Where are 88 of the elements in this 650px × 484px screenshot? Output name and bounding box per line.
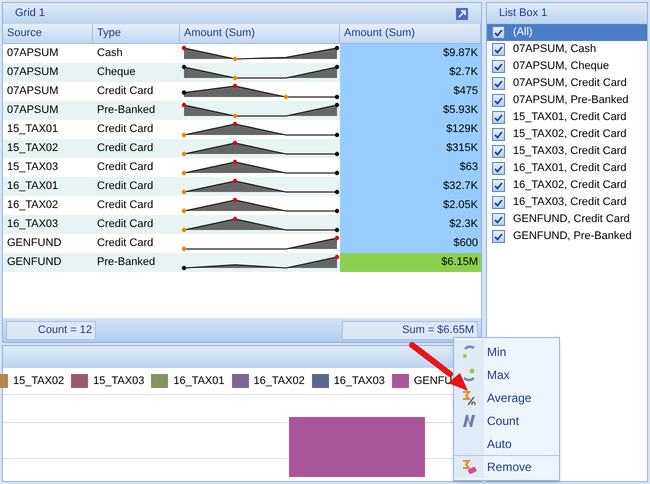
list-item[interactable]: 16_TAX02, Credit Card [487,177,647,194]
table-cell-text: 15_TAX02 [6,141,60,156]
table-cell-text: Credit Card [96,236,154,252]
checkbox[interactable] [492,196,505,209]
checkbox[interactable] [492,162,505,175]
checkbox[interactable] [492,145,505,158]
table-cell: $2.05K [340,196,481,215]
table-cell: $2.3K [340,215,481,234]
panel-title: List Box 1 [499,6,548,22]
curved-arrow-icon [461,366,477,382]
table-cell-text: Cheque [96,65,137,80]
table-cell-text: 15_TAX01 [6,122,60,138]
table-cell: $5.93K [340,101,481,120]
checkbox[interactable] [492,230,505,243]
legend-label: 16_TAX02 [254,374,305,389]
menu-item[interactable]: Auto [454,432,559,455]
table-cell-text: Credit Card [96,160,154,176]
sigma-divide-icon [461,390,477,406]
list-item[interactable]: (All) [487,24,647,41]
table-cell-text: Credit Card [96,179,154,194]
table-cell-text: 16_TAX01 [6,179,60,194]
export-icon[interactable] [455,6,469,20]
checkbox[interactable] [492,94,505,107]
checkbox[interactable] [492,26,505,39]
column-header[interactable]: Amount (Sum) [340,24,481,43]
menu-item[interactable]: Average [454,386,559,409]
list-item[interactable]: 15_TAX02, Credit Card [487,126,647,143]
menu-item[interactable]: Remove [454,455,559,478]
list-item[interactable]: 16_TAX03, Credit Card [487,194,647,211]
legend-label: 16_TAX03 [334,374,385,389]
list-item[interactable]: GENFUND, Credit Card [487,211,647,228]
table-cell-text: 15_TAX03 [6,160,60,176]
sigma-eraser-icon [461,459,477,475]
panel-title: Grid 1 [15,6,45,22]
table-cell-text: GENFUND [6,255,62,270]
checkbox[interactable] [492,128,505,141]
column-header[interactable]: Source [3,24,93,43]
menu-item[interactable]: Min [454,340,559,363]
list-item[interactable]: 15_TAX03, Credit Card [487,143,647,160]
table-cell-text: 07APSUM [6,65,60,80]
table-cell-text: GENFUND [6,236,62,252]
table-cell: $32.7K [340,177,481,196]
table-cell: $63 [340,158,481,177]
list-item[interactable]: 07APSUM, Cheque [487,58,647,75]
summary-cell[interactable]: Count = 12 [6,320,96,340]
column-header[interactable]: Type [93,24,180,43]
checkbox[interactable] [492,213,505,226]
checkbox[interactable] [492,111,505,124]
table-cell: $315K [340,139,481,158]
legend-label: GENFU [414,374,452,389]
table-cell-text: Pre-Banked [96,255,156,270]
legend-label: 15_TAX02 [13,374,64,389]
list-item[interactable]: 07APSUM, Cash [487,41,647,58]
checkbox[interactable] [492,43,505,56]
table-cell-text: Credit Card [96,198,154,214]
table-cell-text: 07APSUM [6,46,60,62]
legend-label: 15_TAX03 [93,374,144,389]
checkbox[interactable] [492,77,505,90]
list-item[interactable]: 07APSUM, Credit Card [487,75,647,92]
list-item[interactable]: GENFUND, Pre-Banked [487,228,647,245]
table-cell-text: 16_TAX02 [6,198,60,214]
table-cell-text: 16_TAX03 [6,217,60,232]
table-cell: $129K [340,120,481,139]
table-cell: $475 [340,82,481,101]
legend-label: 16_TAX01 [173,374,225,389]
menu-item[interactable]: Count [454,409,559,432]
letter-n-icon [461,412,477,428]
table-cell: $9.87K [340,44,481,63]
table-cell: $600 [340,234,481,253]
list-item[interactable]: 15_TAX01, Credit Card [487,109,647,126]
list-item[interactable]: 16_TAX01, Credit Card [487,160,647,177]
table-cell-text: Pre-Banked [96,103,156,118]
table-cell: $6.15M [340,253,481,272]
table-cell-text: 07APSUM [6,84,60,100]
table-cell-text: Cash [96,46,124,62]
table-cell-text: Credit Card [96,84,154,100]
table-cell-text: 07APSUM [6,103,60,118]
column-header[interactable]: Amount (Sum) [180,24,340,43]
table-cell-text: Credit Card [96,122,154,138]
checkbox[interactable] [492,179,505,192]
table-cell-text: Credit Card [96,141,154,156]
table-cell: $2.7K [340,63,481,82]
summary-cell[interactable]: Sum = $6.65M [342,320,478,340]
list-item[interactable]: 07APSUM, Pre-Banked [487,92,647,109]
table-cell-text: Credit Card [96,217,154,232]
pointer-arrow [408,341,470,393]
curved-arrow-icon [461,344,477,360]
checkbox[interactable] [492,60,505,73]
